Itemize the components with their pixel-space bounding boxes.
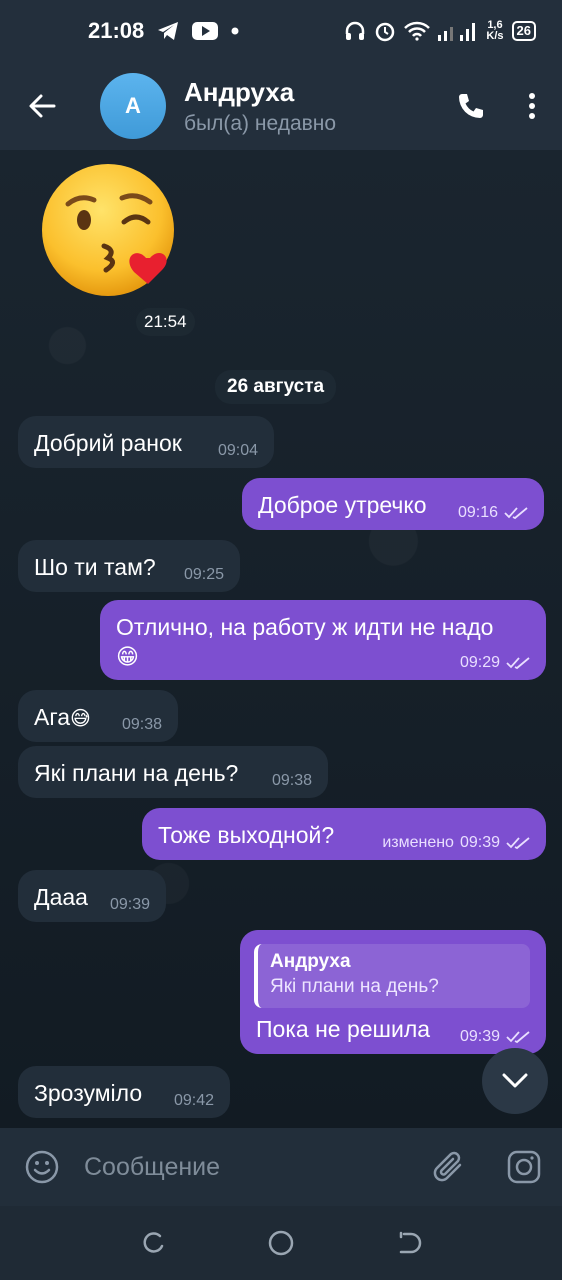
reply-author: Андруха: [270, 951, 351, 972]
message-text: Які плани на день?: [34, 760, 239, 786]
read-checkmarks-icon: [504, 507, 528, 520]
sticker-time: 21:54: [136, 308, 195, 336]
wifi-icon: [404, 21, 431, 41]
camera-icon[interactable]: [506, 1149, 542, 1185]
edited-label: изменено: [382, 834, 454, 851]
message-time: 09:04: [217, 442, 258, 459]
reply-text: Які плани на день?: [270, 976, 439, 997]
message-time: 09:16: [457, 504, 498, 521]
message-text: Шо ти там?: [34, 554, 156, 580]
message-time: 09:38: [271, 772, 312, 789]
message-incoming[interactable]: Добрий ранок 09:04: [18, 416, 274, 468]
home-icon[interactable]: [267, 1229, 295, 1257]
date-separator: 26 августа: [215, 370, 337, 404]
grin-emoji: 😁: [116, 644, 139, 669]
message-input[interactable]: [84, 1152, 414, 1182]
recent-apps-icon[interactable]: [140, 1230, 166, 1256]
contact-status: был(а) недавно: [184, 111, 337, 135]
message-meta: изменено 09:39: [382, 834, 530, 852]
sweat-smile-emoji: 😅: [70, 708, 91, 730]
chat-header: A Андруха был(а) недавно: [0, 62, 562, 150]
message-outgoing[interactable]: Отлично, на работу ж идти не надо 😁 09:2…: [100, 600, 546, 680]
system-nav-bar: [0, 1206, 562, 1280]
telegram-icon: [158, 22, 179, 40]
dot-icon: [231, 27, 239, 35]
contact-name: Андруха: [184, 76, 295, 107]
headphones-icon: [346, 21, 365, 40]
attach-icon[interactable]: [432, 1149, 466, 1185]
message-meta: 09:16: [458, 504, 528, 522]
message-text: Пока не решила: [256, 1016, 431, 1042]
message-composer: [0, 1128, 562, 1206]
phone-icon[interactable]: [456, 91, 486, 121]
emoji-icon: [25, 1150, 59, 1184]
message-incoming[interactable]: Дааа 09:39: [18, 870, 166, 922]
message-text: Доброе утречко: [258, 492, 427, 518]
message-time: 09:25: [183, 566, 224, 583]
message-incoming[interactable]: Які плани на день? 09:38: [18, 746, 328, 798]
message-text: Ага😅: [34, 702, 91, 734]
contact-info[interactable]: Андруха был(а) недавно: [184, 77, 336, 136]
message-time: 09:39: [109, 896, 150, 913]
message-text: Добрий ранок: [34, 430, 182, 456]
message-text: Зрозуміло: [34, 1080, 143, 1106]
message-text: Тоже выходной?: [158, 822, 335, 848]
back-nav-icon[interactable]: [396, 1230, 422, 1256]
youtube-icon: [192, 22, 219, 40]
message-text: Отлично, на работу ж идти не надо: [116, 614, 494, 640]
message-incoming[interactable]: Ага😅 09:38: [18, 690, 178, 742]
chat-area[interactable]: 21:54 26 августа Добрий ранок 09:04 Добр…: [0, 150, 562, 1128]
emoji-button[interactable]: [0, 1149, 84, 1185]
message-outgoing-reply[interactable]: Андруха Які плани на день? Пока не решил…: [240, 930, 546, 1054]
message-text: Дааа: [34, 884, 88, 910]
message-time: 09:42: [173, 1092, 214, 1109]
more-vert-icon[interactable]: [528, 92, 536, 120]
avatar[interactable]: A: [100, 73, 166, 139]
message-meta: 09:39: [460, 1028, 530, 1046]
message-time: 09:39: [459, 1028, 500, 1045]
chevron-down-icon: [502, 1073, 528, 1088]
message-time: 09:29: [459, 654, 500, 671]
alarm-icon: [376, 22, 395, 42]
message-outgoing[interactable]: Доброе утречко 09:16: [242, 478, 544, 530]
status-time: 21:08: [88, 18, 145, 43]
back-button[interactable]: [0, 62, 84, 150]
message-outgoing[interactable]: Тоже выходной? изменено 09:39: [142, 808, 546, 860]
message-time: 09:39: [459, 834, 500, 851]
reply-quote[interactable]: Андруха Які плани на день?: [254, 944, 530, 1008]
scroll-to-bottom-button[interactable]: [482, 1048, 548, 1114]
message-time: 09:38: [121, 716, 162, 733]
net-speed-unit: K/s: [486, 30, 504, 42]
status-bar: 21:08 1,6 K/s 26: [0, 0, 562, 62]
signal-icon: [438, 23, 476, 41]
battery-indicator: 26: [511, 21, 536, 41]
message-incoming[interactable]: Зрозуміло 09:42: [18, 1066, 230, 1118]
back-arrow-icon: [29, 94, 56, 118]
net-speed: 1,6 K/s: [486, 20, 503, 42]
read-checkmarks-icon: [506, 1031, 530, 1044]
kiss-emoji-sticker[interactable]: [38, 162, 182, 298]
message-meta: 09:29: [460, 654, 530, 672]
read-checkmarks-icon: [506, 837, 530, 850]
read-checkmarks-icon: [506, 657, 530, 670]
message-text-word: Ага: [34, 704, 71, 730]
message-incoming[interactable]: Шо ти там? 09:25: [18, 540, 240, 592]
